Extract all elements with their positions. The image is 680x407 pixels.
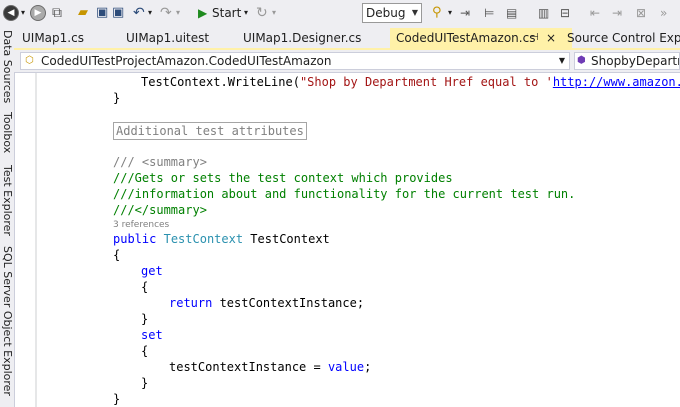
code-token: } (113, 392, 121, 406)
undo-dropdown-icon[interactable]: ▾ (148, 3, 152, 23)
class-icon: ⬡ (25, 55, 34, 66)
refresh-dropdown-icon[interactable]: ▾ (272, 3, 276, 23)
undo-icon[interactable]: ↶ (133, 3, 145, 23)
code-token: } (141, 312, 149, 326)
find-dropdown-icon[interactable]: ▾ (448, 3, 452, 23)
bookmark-prev-icon[interactable]: ⇤ (590, 3, 600, 23)
toolbar-overflow-icon[interactable]: » (660, 3, 667, 23)
class-selector[interactable]: ⬡ CodedUITestProjectAmazon.CodedUITestAm… (20, 52, 570, 70)
chevron-down-icon: ▼ (411, 8, 418, 17)
code-line: } (141, 375, 148, 391)
code-line: testContextInstance = value; (169, 359, 371, 375)
comment-icon[interactable]: ▤ (506, 3, 517, 23)
code-line: { (141, 279, 148, 295)
uncomment-icon[interactable]: ▥ (538, 3, 549, 23)
back-icon[interactable]: ◀ (3, 5, 19, 21)
keyword: get (141, 264, 163, 278)
bookmark-icon[interactable]: ⊟ (560, 3, 570, 23)
tab-uimap1-designer-cs[interactable]: UIMap1.Designer.cs (237, 28, 367, 48)
save-all-icon[interactable]: ▣ (112, 3, 124, 23)
doc-comment: ///information about and functionality f… (113, 187, 576, 201)
navigation-bar: ⬡ CodedUITestProjectAmazon.CodedUITestAm… (14, 50, 680, 73)
code-line: } (141, 311, 148, 327)
keyword: return (169, 296, 213, 310)
side-tab-sql-server-object-explorer[interactable]: SQL Server Object Explorer (1, 246, 14, 396)
code-token: { (141, 280, 149, 294)
class-selector-value: CodedUITestProjectAmazon.CodedUITestAmaz… (41, 54, 332, 68)
side-tab-toolbox[interactable]: Toolbox (1, 112, 14, 153)
open-file-icon[interactable]: ▰ (78, 3, 88, 23)
doc-comment: ///Gets or sets the test context which p… (113, 171, 453, 185)
code-line: } (113, 90, 120, 106)
side-tab-data-sources[interactable]: Data Sources (1, 30, 14, 103)
start-icon[interactable]: ▶ (198, 3, 207, 23)
code-line: 3 references (113, 217, 169, 230)
configuration-value: Debug (366, 6, 406, 20)
keyword: set (141, 328, 163, 342)
document-tab-strip: UIMap1.cs UIMap1.uitest UIMap1.Designer.… (14, 28, 680, 48)
redo-icon[interactable]: ↷ (160, 3, 172, 23)
code-line: ///Gets or sets the test context which p… (113, 170, 453, 186)
doc-comment: ///</summary> (113, 203, 207, 217)
refresh-icon[interactable]: ↻ (256, 3, 268, 23)
redo-dropdown-icon[interactable]: ▾ (176, 3, 180, 23)
code-line: { (141, 343, 148, 359)
tab-codeduitestamazon-cs[interactable]: CodedUITestAmazon.cs ⊣ × (390, 28, 572, 48)
property-name: TestContext (243, 232, 330, 246)
member-selector-value: ShopbyDepartme (591, 54, 679, 68)
code-token: { (141, 344, 149, 358)
code-token: { (113, 248, 121, 262)
back-dropdown-icon[interactable]: ▾ (21, 3, 25, 23)
forward-icon[interactable]: ▶ (30, 5, 46, 21)
code-token: TestContext.WriteLine( (141, 75, 300, 89)
code-line: public TestContext TestContext (113, 231, 330, 247)
bookmark-clear-icon[interactable]: ⊠ (636, 3, 646, 23)
bookmark-next-icon[interactable]: ⇥ (612, 3, 622, 23)
tab-source-control-explorer[interactable]: Source Control Explor (561, 28, 680, 48)
tab-uimap1-uitest[interactable]: UIMap1.uitest (120, 28, 215, 48)
configuration-select[interactable]: Debug ▼ (362, 3, 422, 23)
side-tool-strip: Data Sources Toolbox Test Explorer SQL S… (0, 28, 15, 407)
code-token: ; (364, 360, 372, 374)
code-line: } (113, 391, 120, 407)
code-line: get (141, 263, 163, 279)
code-line: /// <summary> (113, 154, 207, 170)
references-codelens[interactable]: 3 references (113, 220, 169, 230)
editor-gutter (15, 73, 35, 407)
collapsed-region-label[interactable]: Additional test attributes (113, 122, 307, 140)
type-name: TestContext (163, 232, 244, 246)
save-icon[interactable]: ▣ (96, 3, 108, 23)
member-selector[interactable]: ⬢ ShopbyDepartme (574, 52, 680, 70)
code-line: return testContextInstance; (169, 295, 364, 311)
code-line: ///information about and functionality f… (113, 186, 575, 202)
code-line: set (141, 327, 163, 343)
code-token: } (141, 376, 149, 390)
code-token: testContextInstance = (169, 360, 328, 374)
method-icon: ⬢ (577, 55, 586, 66)
format-icon[interactable]: ⊨ (484, 3, 494, 23)
keyword: value (327, 360, 365, 374)
find-icon[interactable]: ⚲ (432, 3, 442, 23)
code-line: { (113, 247, 120, 263)
pin-icon[interactable]: ⊣ (530, 28, 539, 48)
doc-comment: /// <summary> (113, 155, 207, 169)
side-tab-test-explorer[interactable]: Test Explorer (1, 165, 14, 236)
main-toolbar: ◀ ▾ ▶ ⧉ ▰ ▣ ▣ ↶ ▾ ↷ ▾ ▶ Start ▾ ↻ ▾ Debu… (0, 0, 680, 29)
string-literal: "Shop by Department Href equal to ' (299, 75, 553, 89)
new-project-icon[interactable]: ⧉ (52, 3, 62, 23)
tab-uimap1-cs[interactable]: UIMap1.cs (16, 28, 90, 48)
chevron-down-icon: ▼ (558, 56, 565, 65)
close-icon[interactable]: × (546, 28, 556, 48)
code-line: ///</summary> (113, 202, 207, 218)
code-editor[interactable]: TestContext.WriteLine("Shop by Departmen… (37, 73, 680, 407)
start-button[interactable]: Start (212, 3, 241, 23)
hyperlink[interactable]: http://www.amazon.co (553, 75, 680, 89)
step-into-icon[interactable]: ⇥ (460, 3, 470, 23)
tab-label: CodedUITestAmazon.cs (396, 31, 536, 45)
start-dropdown-icon[interactable]: ▾ (244, 3, 248, 23)
keyword: public (113, 232, 157, 246)
code-token: } (113, 91, 121, 105)
code-token: testContextInstance; (212, 296, 365, 310)
code-line: TestContext.WriteLine("Shop by Departmen… (141, 74, 680, 90)
